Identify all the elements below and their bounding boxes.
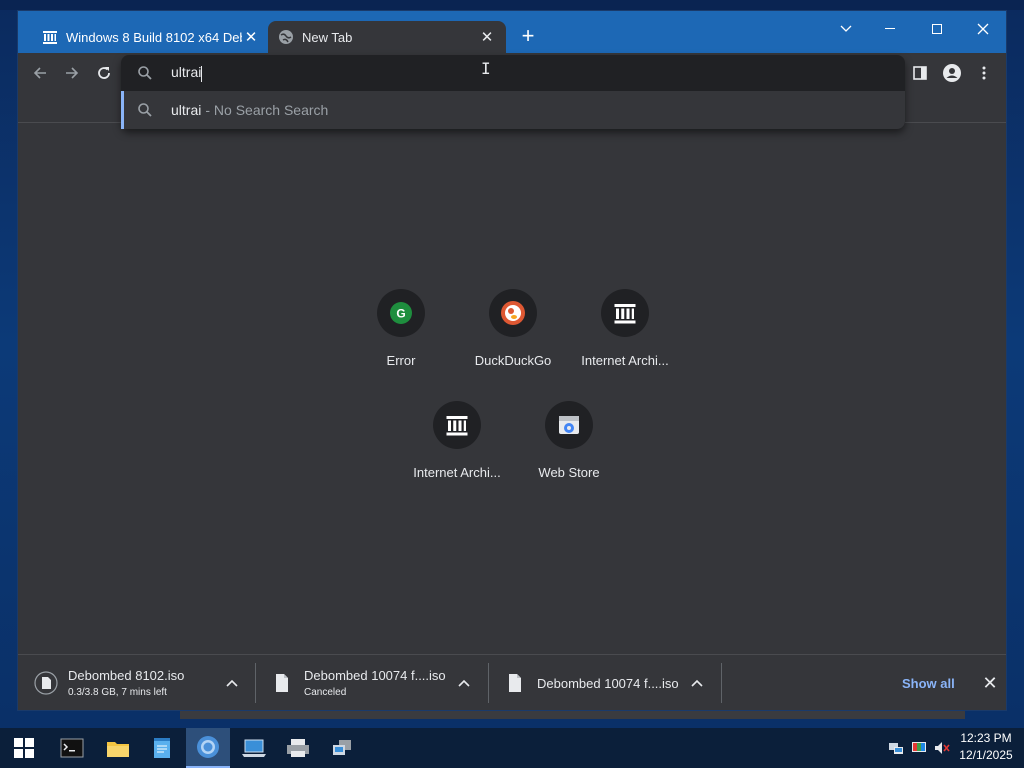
chrome-icon <box>197 736 219 758</box>
desktop-background <box>0 0 1024 10</box>
address-input[interactable]: ultrai <box>171 64 771 82</box>
clock-date: 12/1/2025 <box>959 748 1013 762</box>
download-divider <box>488 663 489 703</box>
shortcut-label: Error <box>386 353 416 368</box>
download-item[interactable]: Debombed 10074 f....iso Canceled <box>270 655 486 711</box>
duckduckgo-icon <box>489 289 537 337</box>
archive-icon <box>433 401 481 449</box>
tab-title: New Tab <box>302 29 353 45</box>
back-button[interactable] <box>26 59 54 87</box>
system-clock[interactable]: 12:23 PM 12/1/2025 <box>952 730 1020 764</box>
side-panel-button[interactable] <box>906 59 934 87</box>
tab-close-icon[interactable]: ✕ <box>478 28 496 46</box>
address-bar[interactable]: ultrai <box>121 55 905 91</box>
file-explorer-app[interactable] <box>96 728 140 768</box>
shortcut-label: Internet Archi... <box>413 465 501 480</box>
display-tray-icon[interactable] <box>911 740 927 756</box>
side-panel-icon <box>913 66 927 80</box>
download-item[interactable]: Debombed 8102.iso 0.3/3.8 GB, 7 mins lef… <box>34 655 252 711</box>
search-icon <box>138 103 152 117</box>
shortcut-tile[interactable]: Internet Archi... <box>569 289 681 401</box>
chevron-up-icon[interactable] <box>687 673 707 693</box>
printer-icon <box>287 739 309 757</box>
file-icon <box>503 671 527 695</box>
suggestion-text: ultrai <box>171 102 202 118</box>
download-divider <box>721 663 722 703</box>
close-window-button[interactable] <box>961 15 1005 43</box>
tab-close-icon[interactable]: ✕ <box>242 28 260 46</box>
download-item[interactable]: Debombed 10074 f....iso <box>503 655 719 711</box>
download-shelf: Debombed 8102.iso 0.3/3.8 GB, 7 mins lef… <box>18 654 1006 710</box>
shortcut-tile[interactable]: G Error <box>345 289 457 401</box>
chevron-up-icon[interactable] <box>222 673 242 693</box>
profile-button[interactable] <box>938 59 966 87</box>
profile-icon <box>943 64 961 82</box>
folder-icon <box>107 742 129 757</box>
show-all-button[interactable]: Show all <box>894 671 963 695</box>
shortcut-tile[interactable]: DuckDuckGo <box>457 289 569 401</box>
shortcut-label: DuckDuckGo <box>474 353 552 368</box>
minimize-button[interactable] <box>868 15 912 43</box>
laptop-icon <box>242 739 266 757</box>
start-button[interactable] <box>2 728 46 768</box>
suggestion-subtext: - No Search Search <box>205 102 329 118</box>
chevron-down-icon[interactable] <box>824 15 868 43</box>
network-tray-icon[interactable] <box>888 740 904 756</box>
shortcut-tile[interactable]: Internet Archi... <box>401 401 513 513</box>
terminal-app[interactable] <box>50 728 94 768</box>
reload-button[interactable] <box>90 59 118 87</box>
text-caret <box>201 65 203 82</box>
new-tab-button[interactable]: + <box>516 25 540 49</box>
menu-button[interactable] <box>970 59 998 87</box>
browser-window: Windows 8 Build 8102 x64 Debombed ✕ New … <box>17 10 1007 711</box>
network-app[interactable] <box>320 728 364 768</box>
shortcut-label: Internet Archi... <box>581 353 669 368</box>
webstore-icon <box>545 401 593 449</box>
windows-logo-icon <box>14 738 34 758</box>
maximize-button[interactable] <box>915 15 959 43</box>
download-divider <box>255 663 256 703</box>
network-computer-icon <box>333 740 351 755</box>
globe-icon <box>278 29 294 45</box>
archive-icon <box>42 29 58 45</box>
ibeam-cursor-icon: I <box>481 59 491 78</box>
tab-new-tab[interactable]: New Tab ✕ <box>268 21 506 53</box>
download-filename: Debombed 10074 f....iso <box>304 668 446 683</box>
forward-button[interactable] <box>58 59 86 87</box>
search-icon <box>138 66 152 80</box>
tab-title: Windows 8 Build 8102 x64 Debombed <box>66 29 242 45</box>
download-filename: Debombed 8102.iso <box>68 668 185 683</box>
shortcut-tile[interactable]: Web Store <box>513 401 625 513</box>
reload-icon <box>98 67 110 79</box>
close-icon[interactable]: ✕ <box>978 671 1002 695</box>
kebab-menu-icon <box>982 66 986 80</box>
background-window-edge <box>180 711 965 719</box>
terminal-icon <box>60 738 84 758</box>
suggestion-item[interactable]: ultrai - No Search Search <box>121 91 905 129</box>
g-icon: G <box>377 289 425 337</box>
notepad-icon <box>154 738 170 758</box>
volume-muted-icon[interactable] <box>934 740 950 756</box>
title-bar: Windows 8 Build 8102 x64 Debombed ✕ New … <box>18 11 1006 53</box>
download-status: 0.3/3.8 GB, 7 mins left <box>68 687 167 698</box>
chrome-app[interactable] <box>186 728 230 768</box>
clock-time: 12:23 PM <box>960 731 1012 745</box>
back-arrow-icon <box>33 67 46 79</box>
svg-text:G: G <box>396 307 405 321</box>
scanner-app[interactable] <box>276 728 320 768</box>
omnibox-dropdown: ultrai ultrai - No Search Search <box>121 55 905 129</box>
laptop-app[interactable] <box>232 728 276 768</box>
file-icon <box>34 671 58 695</box>
tab-archive[interactable]: Windows 8 Build 8102 x64 Debombed ✕ <box>32 21 270 53</box>
taskbar: 12:23 PM 12/1/2025 <box>0 728 1024 768</box>
file-icon <box>270 671 294 695</box>
shortcut-label: Web Store <box>538 465 600 480</box>
download-filename: Debombed 10074 f....iso <box>537 675 679 691</box>
archive-icon <box>601 289 649 337</box>
notepad-app[interactable] <box>140 728 184 768</box>
chevron-up-icon[interactable] <box>454 673 474 693</box>
download-status: Canceled <box>304 687 347 698</box>
forward-arrow-icon <box>66 67 79 79</box>
